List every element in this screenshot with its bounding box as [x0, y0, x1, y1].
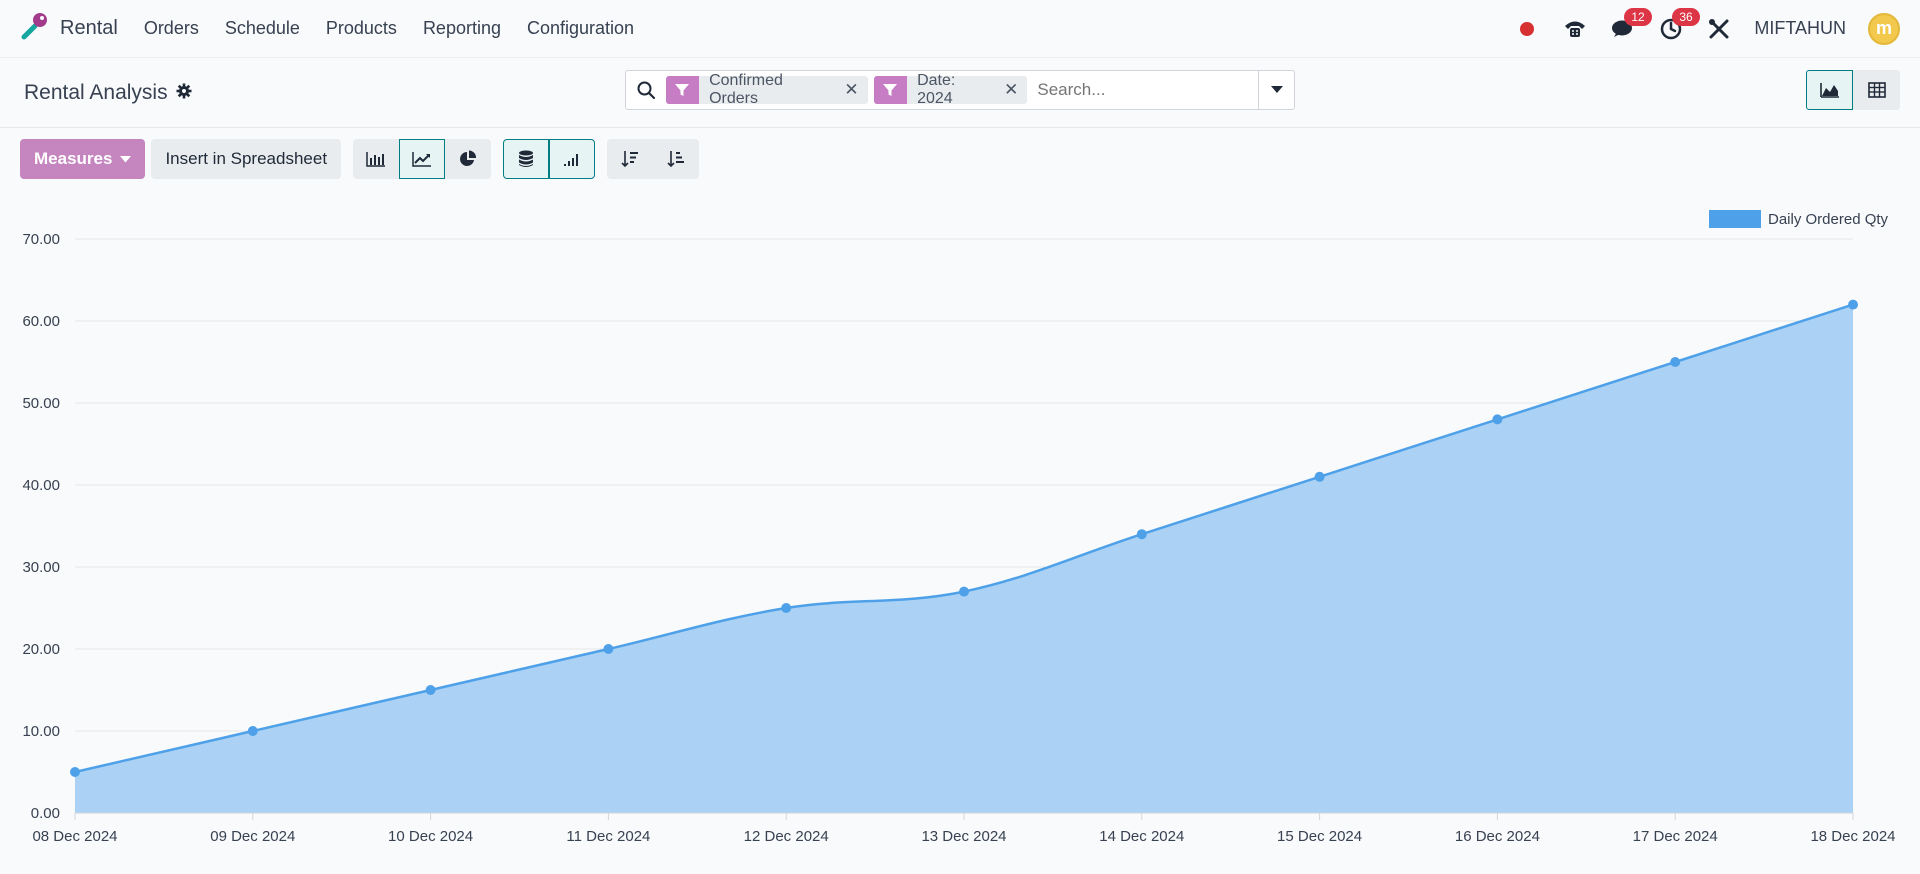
phone-icon[interactable]	[1562, 16, 1588, 42]
search-input[interactable]	[1033, 80, 1259, 100]
page-title: Rental Analysis	[24, 81, 192, 105]
search-options-toggle[interactable]	[1258, 71, 1294, 109]
stacked-button[interactable]	[503, 139, 550, 179]
pie-chart-icon	[460, 150, 477, 166]
area-chart: 0.00 10.00 20.00 30.00 40.00 50.00 60.00 70.00 0…	[22, 210, 1896, 845]
y-tick-label: 20.00	[22, 641, 60, 658]
app-brand[interactable]: Rental	[20, 11, 118, 46]
series-area	[75, 304, 1853, 813]
filter-icon	[873, 76, 908, 104]
bar-chart-button[interactable]	[353, 139, 400, 179]
user-name[interactable]: MIFTAHUN	[1754, 18, 1846, 39]
measures-button[interactable]: Measures	[20, 139, 146, 179]
search-bar: Confirmed Orders ✕ Date: 2024 ✕	[625, 70, 1295, 110]
page-title-text: Rental Analysis	[24, 80, 168, 104]
activities-badge: 36	[1672, 7, 1700, 26]
x-tick-label: 10 Dec 2024	[388, 828, 473, 845]
sort-ascending-icon	[667, 151, 685, 168]
data-point	[603, 644, 614, 654]
facet-date: Date: 2024 ✕	[873, 72, 1028, 107]
facet-label: Confirmed Orders	[709, 72, 783, 107]
x-tick-label: 09 Dec 2024	[210, 828, 295, 845]
y-tick-label: 30.00	[22, 559, 60, 576]
main-menu: Orders Schedule Products Reporting Confi…	[144, 18, 634, 39]
remove-facet-icon[interactable]: ✕	[1002, 80, 1027, 100]
legend-label: Daily Ordered Qty	[1768, 211, 1889, 228]
data-point	[70, 767, 80, 777]
top-navbar: Rental Orders Schedule Products Reportin…	[0, 0, 1920, 58]
menu-configuration[interactable]: Configuration	[527, 18, 634, 39]
remove-facet-icon[interactable]: ✕	[842, 80, 867, 100]
activities-icon[interactable]: 36	[1658, 7, 1700, 42]
x-tick-label: 15 Dec 2024	[1277, 828, 1362, 845]
data-point	[959, 586, 969, 597]
user-avatar[interactable]: m	[1868, 12, 1900, 45]
y-tick-label: 60.00	[22, 313, 60, 330]
sort-group	[607, 139, 700, 179]
measures-label: Measures	[34, 149, 113, 168]
x-tick-label: 18 Dec 2024	[1810, 828, 1895, 845]
data-point	[781, 603, 792, 613]
graph-view-button[interactable]	[1806, 70, 1853, 110]
menu-reporting[interactable]: Reporting	[423, 18, 501, 39]
pie-chart-button[interactable]	[445, 139, 492, 179]
area-chart-icon	[1819, 83, 1839, 98]
graph-toolbar: Measures Insert in Spreadsheet	[0, 128, 1920, 190]
facet-confirmed-orders: Confirmed Orders ✕	[665, 72, 868, 107]
messages-icon[interactable]: 12	[1610, 7, 1652, 42]
y-tick-label: 70.00	[22, 231, 60, 248]
bar-chart-icon	[366, 152, 386, 167]
view-switcher	[1806, 70, 1900, 110]
data-point	[425, 685, 436, 695]
x-tick-label: 16 Dec 2024	[1455, 828, 1540, 845]
line-chart-button[interactable]	[399, 139, 446, 179]
sort-ascending-button[interactable]	[653, 139, 700, 179]
search-icon[interactable]	[626, 80, 666, 100]
debug-tools-icon[interactable]	[1706, 16, 1732, 42]
data-point	[1492, 414, 1503, 425]
x-tick-label: 13 Dec 2024	[921, 828, 1006, 845]
rental-app-icon	[20, 11, 50, 46]
x-tick-label: 08 Dec 2024	[32, 828, 117, 845]
chart-type-group	[353, 139, 492, 179]
sort-descending-button[interactable]	[607, 139, 654, 179]
sort-descending-icon	[621, 151, 639, 168]
messages-badge: 12	[1624, 7, 1652, 26]
gear-icon[interactable]	[176, 81, 192, 105]
caret-down-icon	[120, 155, 132, 162]
record-indicator-icon[interactable]	[1514, 16, 1540, 42]
systray: 12 36 MIFTAHUN m	[1514, 7, 1900, 45]
data-point	[1848, 299, 1858, 310]
insert-spreadsheet-button[interactable]: Insert in Spreadsheet	[151, 139, 342, 179]
menu-schedule[interactable]: Schedule	[225, 18, 300, 39]
y-tick-label: 0.00	[31, 805, 60, 822]
graph-chart: 0.00 10.00 20.00 30.00 40.00 50.00 60.00 70.00 0…	[0, 190, 1920, 869]
cumulative-button[interactable]	[549, 139, 596, 179]
legend-swatch	[1709, 210, 1761, 228]
menu-orders[interactable]: Orders	[144, 18, 199, 39]
data-point	[1314, 471, 1325, 482]
x-tick-label: 17 Dec 2024	[1633, 828, 1718, 845]
data-point	[1136, 529, 1147, 540]
x-tick-label: 11 Dec 2024	[566, 828, 650, 845]
caret-down-icon	[1270, 86, 1283, 93]
y-tick-label: 10.00	[22, 723, 60, 740]
data-point	[1670, 357, 1681, 367]
line-chart-icon	[412, 152, 432, 167]
control-panel: Rental Analysis Confirmed Orders ✕ Date:…	[0, 58, 1920, 128]
x-tick-label: 14 Dec 2024	[1099, 828, 1184, 845]
data-point	[247, 726, 258, 736]
signal-bars-icon	[564, 154, 579, 166]
y-tick-label: 50.00	[22, 395, 60, 412]
menu-products[interactable]: Products	[326, 18, 397, 39]
pivot-view-button[interactable]	[1853, 70, 1900, 110]
stack-cumulative-group	[503, 139, 596, 179]
filter-icon	[665, 76, 700, 104]
x-tick-label: 12 Dec 2024	[744, 828, 829, 845]
database-stack-icon	[519, 150, 534, 167]
facet-label: Date: 2024	[917, 72, 956, 107]
app-name: Rental	[60, 17, 118, 39]
y-tick-label: 40.00	[22, 477, 60, 494]
table-icon	[1867, 82, 1886, 98]
